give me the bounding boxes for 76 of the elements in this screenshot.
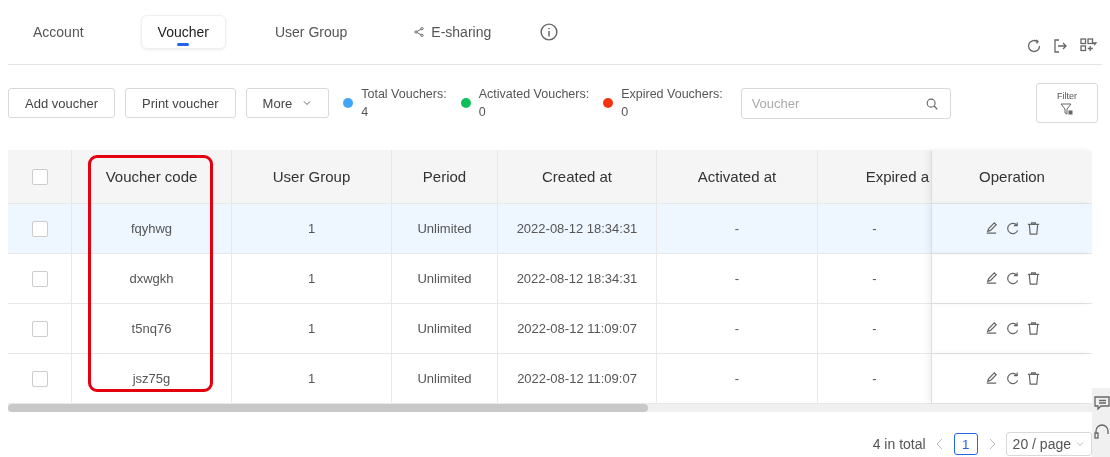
column-header: Voucher code [72, 150, 232, 203]
scroll-thumb[interactable] [8, 404, 648, 412]
table-cell: 1 [232, 304, 392, 353]
stat-label: Total Vouchers: [361, 87, 447, 101]
chat-icon[interactable] [1094, 394, 1110, 412]
more-dropdown[interactable]: More [245, 88, 330, 118]
table-row[interactable]: dxwgkh 1 Unlimited 2022-08-12 18:34:31 - - [8, 254, 1092, 304]
checkbox[interactable] [31, 220, 48, 237]
table-cell: - [657, 254, 818, 303]
checkbox[interactable] [31, 270, 48, 287]
table-cell: jsz75g [72, 354, 232, 403]
table-cell: 1 [232, 354, 392, 403]
table-cell: - [657, 204, 818, 253]
trash-icon[interactable] [1025, 221, 1041, 236]
share-icon[interactable] [413, 26, 426, 38]
table-cell: 1 [232, 204, 392, 253]
stat-label: Activated Vouchers: [478, 87, 590, 101]
table-cell: Unlimited [392, 204, 498, 253]
headset-icon[interactable] [1094, 422, 1110, 440]
search-icon [924, 96, 939, 111]
table-cell: - [818, 254, 932, 303]
reset-icon[interactable] [1004, 221, 1020, 236]
reset-icon[interactable] [1004, 321, 1020, 336]
table-cell: 2022-08-12 18:34:31 [498, 204, 657, 253]
checkbox[interactable] [31, 320, 48, 337]
stat-value: 0 [621, 105, 630, 119]
checkbox[interactable] [31, 370, 48, 387]
table-row[interactable]: t5nq76 1 Unlimited 2022-08-12 11:09:07 - - [8, 304, 1092, 354]
filter-button[interactable]: Filter [1036, 83, 1098, 123]
table-cell: t5nq76 [72, 304, 232, 353]
column-header: Created at [498, 150, 657, 203]
toolbar-button[interactable]: Print voucher [125, 88, 236, 118]
table-cell: Unlimited [392, 304, 498, 353]
table-cell: - [657, 354, 818, 403]
grid-icon[interactable] [1078, 38, 1098, 54]
reset-icon[interactable] [1004, 371, 1020, 386]
table-cell: fqyhwg [72, 204, 232, 253]
filter-icon [1060, 103, 1074, 115]
export-icon[interactable] [1052, 38, 1068, 54]
caret-icon [302, 98, 313, 108]
table-cell: 2022-08-12 11:09:07 [498, 304, 657, 353]
table-cell: - [818, 304, 932, 353]
reset-icon[interactable] [1004, 271, 1020, 286]
table-cell: dxwgkh [72, 254, 232, 303]
trash-icon[interactable] [1025, 271, 1041, 286]
tab[interactable]: User Group [257, 15, 365, 49]
table-cell: - [657, 304, 818, 353]
page-button[interactable]: 1 [953, 433, 978, 455]
table-row[interactable]: fqyhwg 1 Unlimited 2022-08-12 18:34:31 - - [8, 204, 1092, 254]
stat-value: 4 [361, 105, 370, 119]
stat-value: 0 [478, 105, 487, 119]
toolbar-button[interactable]: Add voucher [8, 88, 115, 118]
table-cell: 1 [232, 254, 392, 303]
table-cell: - [818, 354, 932, 403]
tab[interactable]: Account [16, 15, 101, 49]
total-count: 4 in total [872, 436, 926, 452]
trash-icon[interactable] [1025, 371, 1041, 386]
tab[interactable]: E-sharing [396, 15, 509, 49]
table-cell: Unlimited [392, 354, 498, 403]
table-cell: Unlimited [392, 254, 498, 303]
table-cell: 2022-08-12 11:09:07 [498, 354, 657, 403]
column-header: Period [392, 150, 498, 203]
column-header: User Group [232, 150, 392, 203]
column-header: Activated at [657, 150, 818, 203]
tab[interactable]: Voucher [140, 15, 226, 49]
stat-label: Expired Vouchers: [621, 87, 723, 101]
refresh-icon[interactable] [1026, 38, 1042, 54]
column-header: Operation [932, 150, 1092, 203]
info-icon[interactable] [540, 23, 559, 41]
trash-icon[interactable] [1025, 321, 1041, 336]
table-cell: 2022-08-12 18:34:31 [498, 254, 657, 303]
checkbox[interactable] [31, 168, 48, 185]
page-size-dropdown[interactable]: 20 / page [1005, 432, 1092, 456]
scroll-track[interactable] [8, 404, 1092, 412]
caret-icon [1075, 439, 1085, 449]
search-field[interactable]: Voucher [740, 87, 951, 119]
